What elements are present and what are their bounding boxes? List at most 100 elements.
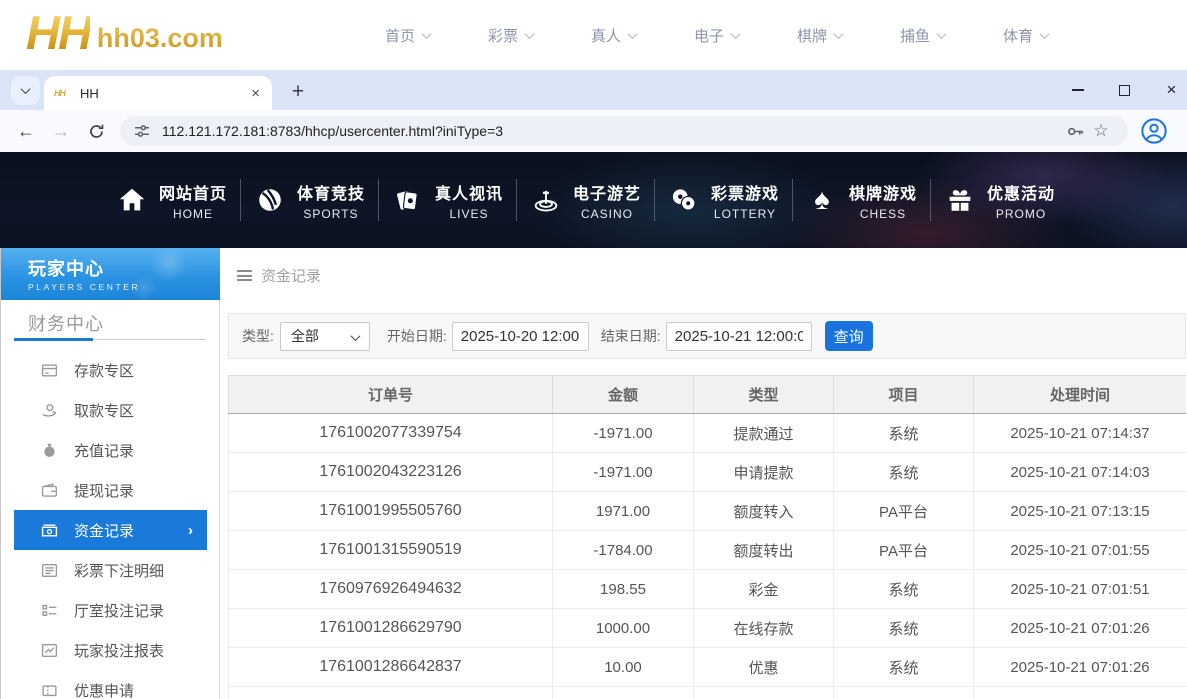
chevron-down-icon [1040,29,1050,39]
cell-project: 系统 [834,648,974,687]
topnav-item-fishing[interactable]: 捕鱼 [871,25,974,46]
main-nav-home[interactable]: 网站首页HOME [103,152,240,248]
main-nav-chess[interactable]: ♠ 棋牌游戏CHESS [793,152,930,248]
cell-process-time: 2025-10-21 07:01:55 [974,531,1187,570]
cell-project: 系统 [834,609,974,648]
address-field[interactable]: 112.121.172.181:8783/hhcp/usercenter.htm… [120,116,1128,146]
deposit-card-icon [41,362,58,379]
col-process-time: 处理时间 [974,376,1187,414]
close-button[interactable]: × [1148,70,1187,110]
roulette-icon [530,184,562,216]
cell-order-no: 1761001315590519 [229,531,553,570]
funds-table-wrap: 订单号 金额 类型 项目 处理时间 1761002077339754 -1971… [228,375,1186,699]
start-date-label: 开始日期: [387,326,447,346]
cell-order-no: 1760976926494632 [229,570,553,609]
chevron-down-icon [422,29,432,39]
topnav-label: 捕鱼 [900,25,930,46]
start-date-input[interactable] [452,322,589,351]
breadcrumb-label: 资金记录 [261,265,321,286]
gift-icon [944,184,976,216]
main-nav-promo[interactable]: 优惠活动PROMO [931,152,1068,248]
sidebar-item-withdrawal-records[interactable]: 提现记录 [14,470,207,510]
cell-amount: 198.55 [553,570,694,609]
end-date-label: 结束日期: [601,326,661,346]
topnav-item-live[interactable]: 真人 [562,25,665,46]
reload-icon [88,123,105,140]
main-nav: 网站首页HOME 体育竞技SPORTS 真人视讯LIVES 电子游艺CASINO… [0,152,1187,248]
tab-close-icon[interactable]: × [249,85,262,102]
table-row: 1761002043223126 -1971.00 申请提款 系统 2025-1… [229,453,1187,492]
sidebar-item-hall-bet-records[interactable]: 厅室投注记录 [14,590,207,630]
cell-process-time: 2025-10-21 07:13:15 [974,492,1187,531]
main-nav-sports[interactable]: 体育竞技SPORTS [241,152,378,248]
main-nav-zh: 彩票游戏 [711,180,779,204]
tab-search-button[interactable] [11,76,40,105]
main-nav-en: CASINO [573,207,641,221]
browser-profile-button[interactable] [1140,117,1168,145]
sidebar-menu: 存款专区 取款专区 充值记录 提现记录 资金记录 › 彩票下注明细 [1,350,220,699]
reload-button[interactable] [80,110,112,152]
main-nav-en: CHESS [849,207,917,221]
chevron-down-icon [628,29,638,39]
table-row: 1761002077339754 -1971.00 提款通过 系统 2025-1… [229,414,1187,453]
topnav-item-lottery[interactable]: 彩票 [459,25,562,46]
browser-tab[interactable]: HH HH × [44,76,272,110]
chevron-down-icon [937,29,947,39]
report-chart-icon [41,642,58,659]
sidebar-item-player-bet-report[interactable]: 玩家投注报表 [14,630,207,670]
type-select[interactable]: 全部 [280,322,370,351]
end-date-input[interactable] [666,322,812,351]
site-logo[interactable]: HH hh03.com [26,4,223,62]
search-button[interactable]: 查询 [825,321,873,351]
cell-amount: -1971.00 [553,453,694,492]
sidebar-item-label: 充值记录 [74,440,134,461]
topnav-item-sports[interactable]: 体育 [974,25,1077,46]
topnav-item-chess[interactable]: 棋牌 [768,25,871,46]
profile-icon [1140,117,1168,145]
main-nav-casino[interactable]: 电子游艺CASINO [517,152,654,248]
cell-amount: -1971.00 [553,414,694,453]
moneybag-icon [41,442,58,459]
site-settings-icon[interactable] [134,123,150,139]
minimize-button[interactable] [1054,70,1101,110]
password-key-button[interactable] [1062,122,1088,141]
topnav-item-home[interactable]: 首页 [356,25,459,46]
topnav-item-electronic[interactable]: 电子 [665,25,768,46]
sidebar-item-promo-apply[interactable]: 优惠申请 [14,670,207,699]
sidebar-item-withdraw[interactable]: 取款专区 [14,390,207,430]
maximize-button[interactable] [1101,70,1148,110]
sidebar-item-label: 资金记录 [74,520,134,541]
sidebar-item-lottery-bet-details[interactable]: 彩票下注明细 [14,550,207,590]
col-order-no: 订单号 [229,376,553,414]
main-nav-lottery[interactable]: 彩票游戏LOTTERY [655,152,792,248]
cell-type: 额度转入 [694,492,834,531]
sidebar-item-funds-records[interactable]: 资金记录 › [14,510,207,550]
back-button[interactable]: ← [10,110,42,152]
sidebar-item-label: 厅室投注记录 [74,600,164,621]
playing-cards-icon [392,184,424,216]
bookmark-star-button[interactable]: ☆ [1088,121,1114,141]
chevron-right-icon: › [188,522,193,539]
url-bar: ← → 112.121.172.181:8783/hhcp/usercenter… [0,110,1187,152]
forward-button[interactable]: → [45,110,77,152]
main-nav-lives[interactable]: 真人视讯LIVES [379,152,516,248]
topnav-label: 棋牌 [797,25,827,46]
col-type: 类型 [694,376,834,414]
sidebar-item-deposit[interactable]: 存款专区 [14,350,207,390]
sidebar-title: 玩家中心 [28,255,220,281]
breadcrumb: 资金记录 [237,265,321,286]
main-nav-zh: 优惠活动 [987,180,1055,204]
sidebar-item-label: 取款专区 [74,400,134,421]
menu-hamburger-icon[interactable] [237,268,252,284]
sidebar-item-recharge-records[interactable]: 充值记录 [14,430,207,470]
cell-type: 在线存款 [694,609,834,648]
main-nav-en: HOME [159,207,227,221]
col-project: 项目 [834,376,974,414]
new-tab-button[interactable]: + [284,78,312,106]
cell-type: 额度转出 [694,531,834,570]
col-amount: 金额 [553,376,694,414]
cell-type: 彩金 [694,570,834,609]
hall-records-icon [41,602,58,619]
cell-amount: 1000.00 [553,609,694,648]
chevron-down-icon [731,29,741,39]
